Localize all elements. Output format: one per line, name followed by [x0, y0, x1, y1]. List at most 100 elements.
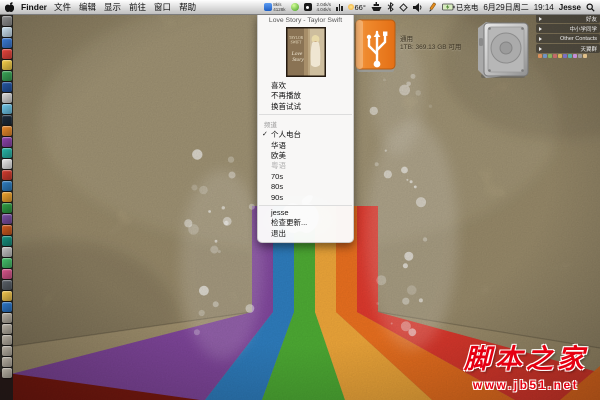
dock-app-icon-9[interactable]: [1, 104, 12, 114]
channel-section-label: 频道: [264, 122, 277, 130]
contact-avatars[interactable]: [536, 54, 600, 58]
menu-item-action-3[interactable]: 换首试试: [258, 102, 353, 112]
dock-app-icon-23[interactable]: [1, 258, 12, 268]
contact-avatar[interactable]: [548, 54, 552, 58]
contact-avatar[interactable]: [558, 54, 562, 58]
menu-item-action-2[interactable]: 不再播放: [258, 91, 353, 101]
menu-item-footer-1[interactable]: jesse: [258, 208, 353, 218]
dock-app-icon-18[interactable]: [1, 203, 12, 213]
weather-item[interactable]: 66°: [347, 3, 366, 12]
menu-item-channel-4[interactable]: 粤语: [258, 161, 353, 171]
external-hard-drive-icon[interactable]: [474, 18, 534, 85]
bluetooth-icon[interactable]: [387, 2, 394, 12]
menubar-menu-6[interactable]: 帮助: [179, 1, 196, 13]
menu-item-channel-2[interactable]: 华语: [258, 141, 353, 151]
dock-app-icon-7[interactable]: [1, 82, 12, 92]
diamond-icon[interactable]: [399, 2, 408, 12]
menubar-menu-2[interactable]: 编辑: [79, 1, 96, 13]
contact-avatar[interactable]: [563, 54, 567, 58]
dock-app-icon-2[interactable]: [1, 27, 12, 37]
dock-app-icon-32[interactable]: [1, 357, 12, 367]
contact-avatar[interactable]: [578, 54, 582, 58]
status-black-app-icon[interactable]: [303, 3, 312, 11]
menu-item-channel-6[interactable]: 80s: [258, 182, 353, 192]
net-line-2: 4128k: [273, 7, 286, 12]
dock-app-icon-5[interactable]: [1, 60, 12, 70]
dock-app-icon-24[interactable]: [1, 269, 12, 279]
contact-group-row-4[interactable]: 天翼群: [536, 44, 600, 53]
menubar-menu-4[interactable]: 前往: [129, 1, 146, 13]
dock-app-icon-25[interactable]: [1, 280, 12, 290]
disclosure-triangle-icon: [539, 26, 542, 31]
menu-item-channel-3[interactable]: 欧美: [258, 151, 353, 161]
dock-app-icon-8[interactable]: [1, 93, 12, 103]
dock-app-icon-27[interactable]: [1, 302, 12, 312]
dock-app-icon-13[interactable]: [1, 148, 12, 158]
traffic-meter[interactable]: 2.04k/s 4.04k/s: [317, 2, 332, 12]
dock-app-icon-22[interactable]: [1, 247, 12, 257]
usb-drive-icon[interactable]: [352, 18, 398, 79]
dock-app-icon-4[interactable]: [1, 49, 12, 59]
waveform-icon[interactable]: [336, 3, 343, 11]
dock-app-icon-1[interactable]: [1, 16, 12, 26]
usb-drive-name: 通用: [400, 36, 413, 43]
menu-item-action-1[interactable]: 喜欢: [258, 81, 353, 91]
network-monitor-icon[interactable]: 8k/s 4128k: [264, 2, 286, 12]
menubar-date[interactable]: 6月29日周二: [483, 2, 528, 13]
dock-app-icon-31[interactable]: [1, 346, 12, 356]
spotlight-icon[interactable]: [586, 3, 595, 12]
contact-group-row-3[interactable]: Other Contacts: [536, 34, 600, 43]
contact-avatar[interactable]: [573, 54, 577, 58]
ship-icon[interactable]: [371, 2, 382, 12]
status-green-ball-icon[interactable]: [290, 3, 299, 11]
dock-app-icon-19[interactable]: [1, 214, 12, 224]
contact-group-row-2[interactable]: 中小学同学: [536, 24, 600, 33]
contacts-widget[interactable]: 好友中小学同学 Other Contacts 天翼群: [536, 14, 600, 58]
active-app-name[interactable]: Finder: [21, 2, 47, 12]
dock-app-icon-16[interactable]: [1, 181, 12, 191]
dock-app-icon-3[interactable]: [1, 38, 12, 48]
dock-app-icon-12[interactable]: [1, 137, 12, 147]
menubar-menu-5[interactable]: 窗口: [154, 1, 171, 13]
dock-app-icon-17[interactable]: [1, 192, 12, 202]
contact-avatar[interactable]: [538, 54, 542, 58]
battery-item[interactable]: 已充电: [441, 2, 479, 13]
dock-app-icon-20[interactable]: [1, 225, 12, 235]
menubar-time[interactable]: 19:14: [534, 3, 554, 12]
battery-label: 已充电: [455, 2, 479, 12]
menubar-menu-3[interactable]: 显示: [104, 1, 121, 13]
dock-app-icon-21[interactable]: [1, 236, 12, 246]
apple-menu-icon[interactable]: [5, 1, 14, 13]
dock-app-icon-11[interactable]: [1, 126, 12, 136]
contact-group-row-1[interactable]: 好友: [536, 14, 600, 23]
contact-avatar[interactable]: [583, 54, 587, 58]
disclosure-triangle-icon: [539, 36, 542, 41]
contact-group-name: 中小学同学: [569, 26, 597, 33]
dock[interactable]: [0, 14, 13, 400]
dock-app-icon-26[interactable]: [1, 291, 12, 301]
dock-app-icon-14[interactable]: [1, 159, 12, 169]
menu-separator: [259, 114, 352, 116]
dock-app-icon-15[interactable]: [1, 170, 12, 180]
traffic-down: 4.04k/s: [316, 7, 332, 12]
dock-app-icon-30[interactable]: [1, 335, 12, 345]
contact-avatar[interactable]: [543, 54, 547, 58]
menu-item-channel-5[interactable]: 70s: [258, 172, 353, 182]
svg-text:Story: Story: [292, 57, 304, 63]
menu-item-channel-7[interactable]: 90s: [258, 193, 353, 203]
menubar-menu-1[interactable]: 文件: [54, 1, 71, 13]
menubar-user[interactable]: Jesse: [559, 3, 581, 12]
dock-app-icon-28[interactable]: [1, 313, 12, 323]
dock-app-icon-6[interactable]: [1, 71, 12, 81]
pencil-input-icon[interactable]: [428, 2, 437, 12]
menu-item-footer-3[interactable]: 退出: [258, 229, 353, 239]
dock-app-icon-10[interactable]: [1, 115, 12, 125]
dock-app-icon-29[interactable]: [1, 324, 12, 334]
volume-icon[interactable]: [412, 2, 423, 12]
menu-item-footer-2[interactable]: 检查更新...: [258, 218, 353, 228]
dock-app-icon-33[interactable]: [1, 368, 12, 378]
contact-avatar[interactable]: [553, 54, 557, 58]
contact-avatar[interactable]: [568, 54, 572, 58]
menu-bar: Finder 文件 编辑 显示 前往 窗口 帮助 8k/s 4128k 2.04k/s 4…: [0, 0, 600, 15]
menu-item-channel-1[interactable]: ✓ 个人电台: [258, 130, 353, 140]
